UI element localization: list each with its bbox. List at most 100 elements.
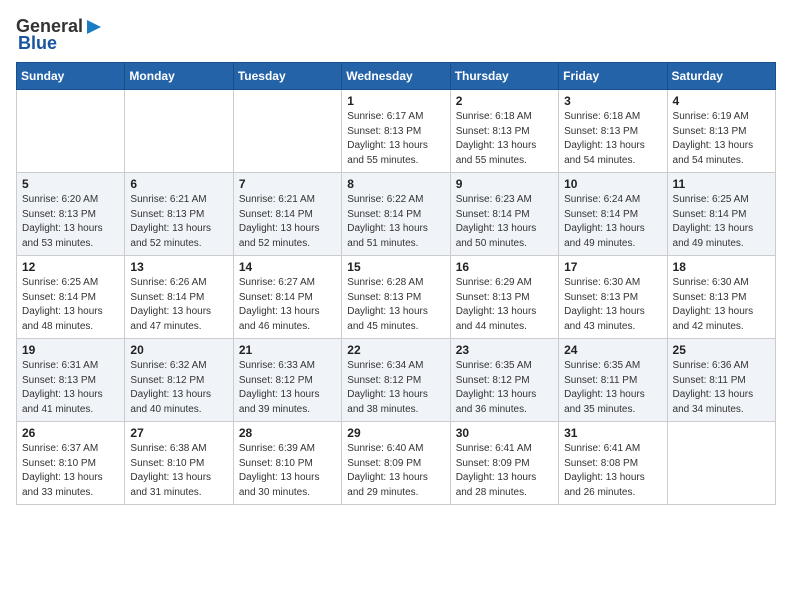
day-number: 24 [564,343,661,357]
day-header-tuesday: Tuesday [233,63,341,90]
calendar-cell [125,90,233,173]
day-number: 6 [130,177,227,191]
day-header-thursday: Thursday [450,63,558,90]
day-header-wednesday: Wednesday [342,63,450,90]
day-info: Sunrise: 6:18 AM Sunset: 8:13 PM Dayligh… [456,110,553,168]
day-header-sunday: Sunday [17,63,125,90]
day-number: 15 [347,260,444,274]
day-number: 30 [456,426,553,440]
day-info: Sunrise: 6:24 AM Sunset: 8:14 PM Dayligh… [564,193,661,251]
calendar-cell: 30 Sunrise: 6:41 AM Sunset: 8:09 PM Dayli… [450,422,558,505]
calendar-cell: 23 Sunrise: 6:35 AM Sunset: 8:12 PM Dayli… [450,339,558,422]
week-row-4: 19 Sunrise: 6:31 AM Sunset: 8:13 PM Dayli… [17,339,776,422]
calendar-cell: 5 Sunrise: 6:20 AM Sunset: 8:13 PM Daylig… [17,173,125,256]
calendar-cell: 18 Sunrise: 6:30 AM Sunset: 8:13 PM Dayli… [667,256,775,339]
day-info: Sunrise: 6:21 AM Sunset: 8:13 PM Dayligh… [130,193,227,251]
calendar-cell: 25 Sunrise: 6:36 AM Sunset: 8:11 PM Dayli… [667,339,775,422]
calendar-cell [17,90,125,173]
day-info: Sunrise: 6:23 AM Sunset: 8:14 PM Dayligh… [456,193,553,251]
day-number: 21 [239,343,336,357]
day-number: 12 [22,260,119,274]
calendar-cell: 9 Sunrise: 6:23 AM Sunset: 8:14 PM Daylig… [450,173,558,256]
day-number: 11 [673,177,770,191]
day-info: Sunrise: 6:30 AM Sunset: 8:13 PM Dayligh… [673,276,770,334]
day-info: Sunrise: 6:30 AM Sunset: 8:13 PM Dayligh… [564,276,661,334]
day-info: Sunrise: 6:29 AM Sunset: 8:13 PM Dayligh… [456,276,553,334]
day-number: 17 [564,260,661,274]
day-info: Sunrise: 6:40 AM Sunset: 8:09 PM Dayligh… [347,442,444,500]
calendar-cell: 17 Sunrise: 6:30 AM Sunset: 8:13 PM Dayli… [559,256,667,339]
day-number: 18 [673,260,770,274]
day-header-monday: Monday [125,63,233,90]
calendar-cell: 31Sunrise: 6:41 AM Sunset: 8:08 PM Dayli… [559,422,667,505]
day-number: 13 [130,260,227,274]
day-info: Sunrise: 6:19 AM Sunset: 8:13 PM Dayligh… [673,110,770,168]
day-info: Sunrise: 6:38 AM Sunset: 8:10 PM Dayligh… [130,442,227,500]
day-info: Sunrise: 6:41 AM Sunset: 8:08 PM Dayligh… [564,442,661,500]
day-number: 22 [347,343,444,357]
logo-blue: Blue [18,33,57,54]
day-number: 16 [456,260,553,274]
logo-icon [85,18,103,36]
calendar-cell [667,422,775,505]
calendar-cell: 12 Sunrise: 6:25 AM Sunset: 8:14 PM Dayli… [17,256,125,339]
day-info: Sunrise: 6:22 AM Sunset: 8:14 PM Dayligh… [347,193,444,251]
calendar-cell: 8Sunrise: 6:22 AM Sunset: 8:14 PM Daylig… [342,173,450,256]
page-header: General Blue [16,16,776,54]
calendar-cell: 10 Sunrise: 6:24 AM Sunset: 8:14 PM Dayli… [559,173,667,256]
calendar-cell: 3 Sunrise: 6:18 AM Sunset: 8:13 PM Daylig… [559,90,667,173]
calendar-cell: 19 Sunrise: 6:31 AM Sunset: 8:13 PM Dayli… [17,339,125,422]
day-header-saturday: Saturday [667,63,775,90]
day-info: Sunrise: 6:25 AM Sunset: 8:14 PM Dayligh… [22,276,119,334]
day-number: 2 [456,94,553,108]
calendar-cell: 28 Sunrise: 6:39 AM Sunset: 8:10 PM Dayli… [233,422,341,505]
day-number: 14 [239,260,336,274]
calendar-cell [233,90,341,173]
day-number: 26 [22,426,119,440]
day-info: Sunrise: 6:17 AM Sunset: 8:13 PM Dayligh… [347,110,444,168]
day-info: Sunrise: 6:28 AM Sunset: 8:13 PM Dayligh… [347,276,444,334]
day-header-friday: Friday [559,63,667,90]
day-number: 19 [22,343,119,357]
day-number: 23 [456,343,553,357]
calendar-cell: 22 Sunrise: 6:34 AM Sunset: 8:12 PM Dayli… [342,339,450,422]
day-number: 4 [673,94,770,108]
calendar-cell: 29 Sunrise: 6:40 AM Sunset: 8:09 PM Dayli… [342,422,450,505]
day-number: 5 [22,177,119,191]
calendar-cell: 6 Sunrise: 6:21 AM Sunset: 8:13 PM Daylig… [125,173,233,256]
calendar-cell: 14Sunrise: 6:27 AM Sunset: 8:14 PM Dayli… [233,256,341,339]
week-row-3: 12 Sunrise: 6:25 AM Sunset: 8:14 PM Dayli… [17,256,776,339]
calendar-cell: 1Sunrise: 6:17 AM Sunset: 8:13 PM Daylig… [342,90,450,173]
calendar-cell: 4 Sunrise: 6:19 AM Sunset: 8:13 PM Daylig… [667,90,775,173]
day-info: Sunrise: 6:35 AM Sunset: 8:11 PM Dayligh… [564,359,661,417]
day-info: Sunrise: 6:41 AM Sunset: 8:09 PM Dayligh… [456,442,553,500]
day-info: Sunrise: 6:32 AM Sunset: 8:12 PM Dayligh… [130,359,227,417]
day-number: 9 [456,177,553,191]
calendar-cell: 27 Sunrise: 6:38 AM Sunset: 8:10 PM Dayli… [125,422,233,505]
day-info: Sunrise: 6:39 AM Sunset: 8:10 PM Dayligh… [239,442,336,500]
calendar-table: SundayMondayTuesdayWednesdayThursdayFrid… [16,62,776,505]
day-info: Sunrise: 6:18 AM Sunset: 8:13 PM Dayligh… [564,110,661,168]
day-info: Sunrise: 6:31 AM Sunset: 8:13 PM Dayligh… [22,359,119,417]
calendar-cell: 15 Sunrise: 6:28 AM Sunset: 8:13 PM Dayli… [342,256,450,339]
day-number: 27 [130,426,227,440]
week-row-2: 5 Sunrise: 6:20 AM Sunset: 8:13 PM Daylig… [17,173,776,256]
week-row-5: 26Sunrise: 6:37 AM Sunset: 8:10 PM Dayli… [17,422,776,505]
day-info: Sunrise: 6:20 AM Sunset: 8:13 PM Dayligh… [22,193,119,251]
day-number: 10 [564,177,661,191]
day-number: 3 [564,94,661,108]
day-number: 28 [239,426,336,440]
logo: General Blue [16,16,103,54]
day-info: Sunrise: 6:35 AM Sunset: 8:12 PM Dayligh… [456,359,553,417]
calendar-cell: 26Sunrise: 6:37 AM Sunset: 8:10 PM Dayli… [17,422,125,505]
calendar-cell: 11 Sunrise: 6:25 AM Sunset: 8:14 PM Dayli… [667,173,775,256]
day-info: Sunrise: 6:34 AM Sunset: 8:12 PM Dayligh… [347,359,444,417]
calendar-cell: 24 Sunrise: 6:35 AM Sunset: 8:11 PM Dayli… [559,339,667,422]
day-number: 29 [347,426,444,440]
day-info: Sunrise: 6:25 AM Sunset: 8:14 PM Dayligh… [673,193,770,251]
day-info: Sunrise: 6:36 AM Sunset: 8:11 PM Dayligh… [673,359,770,417]
day-number: 25 [673,343,770,357]
day-info: Sunrise: 6:33 AM Sunset: 8:12 PM Dayligh… [239,359,336,417]
day-info: Sunrise: 6:26 AM Sunset: 8:14 PM Dayligh… [130,276,227,334]
calendar-cell: 7Sunrise: 6:21 AM Sunset: 8:14 PM Daylig… [233,173,341,256]
